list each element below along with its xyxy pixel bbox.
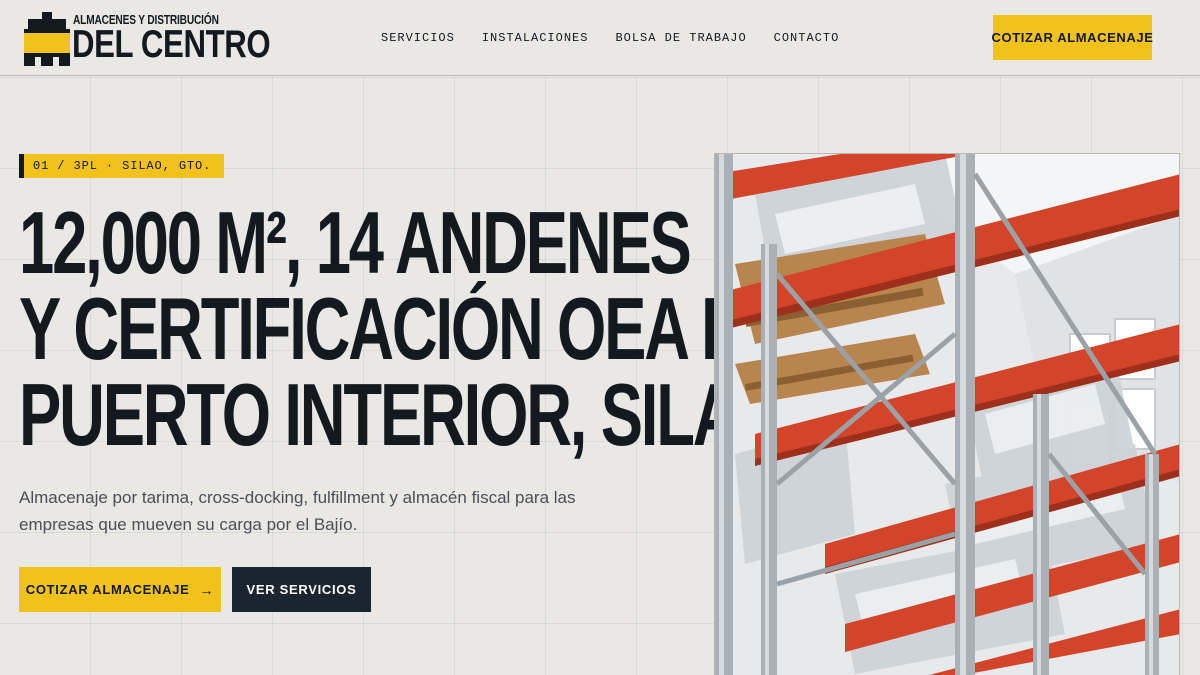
hero-headline-line-2: y certificación OEA en: [19, 279, 787, 378]
header-quote-button[interactable]: COTIZAR ALMACENAJE: [992, 15, 1153, 60]
hero-headline-line-3: Puerto Interior, Silao.: [19, 365, 801, 464]
hero-lead-text: Almacenaje por tarima, cross-docking, fu…: [19, 488, 576, 534]
nav-item-servicios[interactable]: SERVICIOS: [381, 30, 455, 46]
warehouse-pallet-logo-icon: [24, 12, 70, 66]
warehouse-racking-illustration: [715, 154, 1179, 675]
main-nav: SERVICIOS INSTALACIONES BOLSA DE TRABAJO…: [381, 30, 866, 46]
hero-eyebrow-tag: 01 / 3PL · SILAO, GTO.: [19, 154, 224, 178]
warehouse-racking-photo: [714, 153, 1180, 675]
brand-name-bottom: DEL CENTRO: [72, 23, 271, 66]
hero-services-button[interactable]: VER SERVICIOS: [232, 567, 371, 612]
brand-logo[interactable]: ALMACENES Y DISTRIBUCIÓN DEL CENTRO: [24, 12, 271, 66]
hero-quote-button[interactable]: COTIZAR ALMACENAJE →: [19, 567, 221, 612]
hero-headline: 12,000 m², 14 andenes y certificación OE…: [19, 193, 801, 464]
arrow-right-icon: →: [199, 581, 215, 598]
nav-item-instalaciones[interactable]: INSTALACIONES: [482, 30, 589, 46]
hero-headline-line-1: 12,000 m², 14 andenes: [19, 193, 692, 292]
nav-item-contacto[interactable]: CONTACTO: [774, 30, 840, 46]
nav-item-bolsa-de-trabajo[interactable]: BOLSA DE TRABAJO: [615, 30, 746, 46]
page: ALMACENES Y DISTRIBUCIÓN DEL CENTRO SERV…: [0, 0, 1200, 675]
site-header: ALMACENES Y DISTRIBUCIÓN DEL CENTRO SERV…: [0, 0, 1200, 76]
hero-quote-button-label: COTIZAR ALMACENAJE: [25, 582, 190, 597]
